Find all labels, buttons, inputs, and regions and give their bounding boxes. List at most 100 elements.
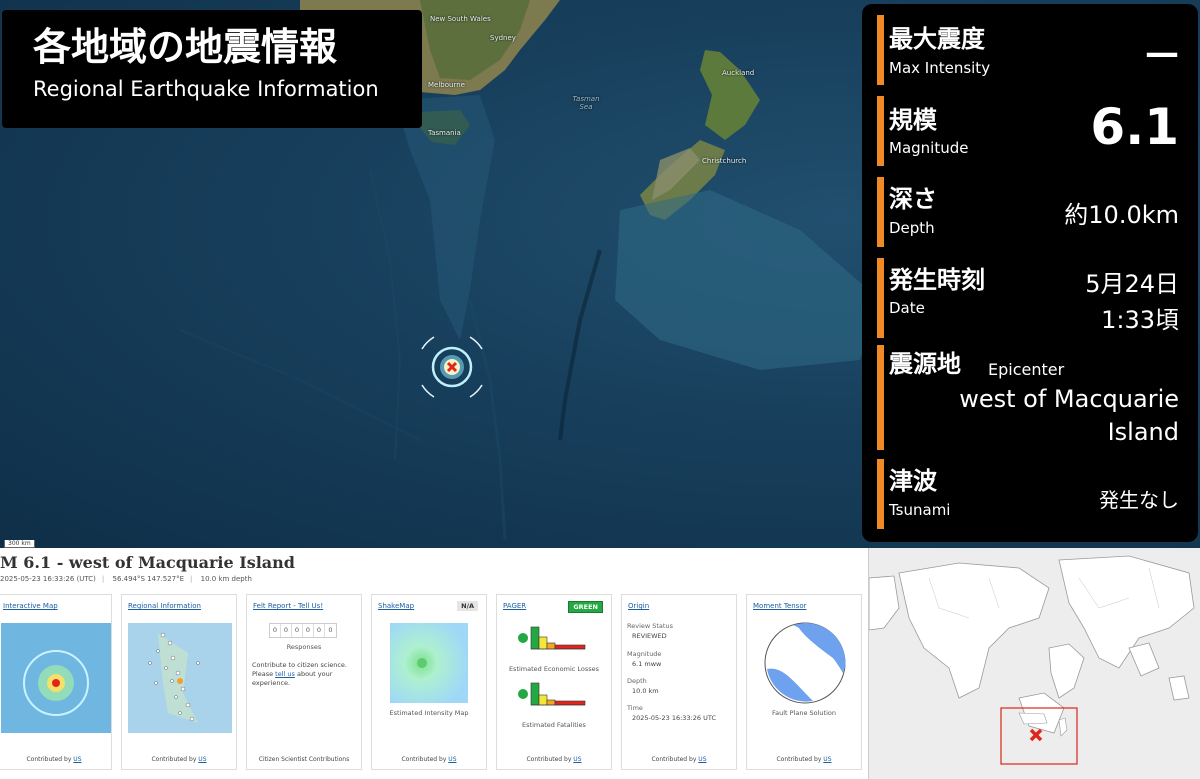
value-intensity: — xyxy=(1145,33,1179,73)
value-magnitude: 6.1 xyxy=(1090,98,1179,156)
label-epicenter-ja: 震源地 xyxy=(889,350,961,378)
info-row-epicenter: 震源地 Epicenter west of Macquarie Island xyxy=(877,345,1187,450)
felt-counter: 0 0 0 0 0 0 xyxy=(269,623,337,638)
value-epicenter-line1: west of Macquarie xyxy=(959,385,1179,413)
card-regional-info[interactable]: Regional Information Contributed by US xyxy=(121,594,237,770)
event-coords: 56.494°S 147.527°E xyxy=(112,575,185,583)
card-origin[interactable]: Origin Review Status REVIEWED Magnitude … xyxy=(621,594,737,770)
row-accent-bar xyxy=(877,345,884,450)
moment-caption: Fault Plane Solution xyxy=(771,709,837,717)
label-depth-en: Depth xyxy=(889,219,935,237)
label-date-en: Date xyxy=(889,299,925,317)
value-time: 1:33頃 xyxy=(1101,306,1179,334)
felt-text-2: Please tell us about your xyxy=(252,670,333,678)
label-depth-ja: 深さ xyxy=(889,185,937,213)
label-epicenter-en: Epicenter xyxy=(988,360,1065,379)
counter-digit: 0 xyxy=(270,624,281,637)
map-label-melbourne: Melbourne xyxy=(428,81,465,89)
card-foot-origin: Contributed by US xyxy=(651,756,707,763)
row-accent-bar xyxy=(877,15,884,85)
card-foot-felt: Citizen Scientist Contributions xyxy=(258,756,350,763)
origin-time-value: 2025-05-23 16:33:26 UTC xyxy=(632,714,716,722)
usgs-event-page: M 6.1 - west of Macquarie Island 2025-05… xyxy=(0,548,868,779)
info-row-tsunami: 津波 Tsunami 発生なし xyxy=(877,459,1187,529)
card-foot-regional: Contributed by US xyxy=(151,756,207,763)
pager-caption-fatalities: Estimated Fatalities xyxy=(522,721,586,729)
contributor-link[interactable]: US xyxy=(573,756,581,763)
card-pager[interactable]: PAGER GREEN Estimated Economic Losses Es… xyxy=(496,594,612,770)
epicenter-marker-icon[interactable] xyxy=(412,327,492,407)
beachball-diagram xyxy=(764,622,846,704)
event-depth: 10.0 km depth xyxy=(200,575,252,583)
pager-caption-economic: Estimated Economic Losses xyxy=(508,665,600,673)
red-x-icon xyxy=(1029,728,1043,742)
contributor-link[interactable]: US xyxy=(198,756,206,763)
pager-economic-chart xyxy=(518,626,586,650)
card-title-interactive-map[interactable]: Interactive Map xyxy=(3,602,58,610)
shakemap-caption: Estimated Intensity Map xyxy=(389,709,469,717)
value-epicenter-line2: Island xyxy=(1107,418,1179,446)
info-panel: 最大震度 Max Intensity — 規模 Magnitude 6.1 深さ… xyxy=(862,4,1198,542)
map-label-tasman-sea: Tasman Sea xyxy=(572,95,600,111)
info-row-depth: 深さ Depth 約10.0km xyxy=(877,177,1187,247)
contributor-link[interactable]: US xyxy=(448,756,456,763)
card-foot-shakemap: Contributed by US xyxy=(401,756,457,763)
origin-review-value: REVIEWED xyxy=(632,632,667,640)
origin-depth-value: 10.0 km xyxy=(632,687,659,695)
title-box: 各地域の地震情報 Regional Earthquake Information xyxy=(2,10,422,128)
value-date: 5月24日 xyxy=(1085,270,1179,298)
row-accent-bar xyxy=(877,258,884,338)
tell-us-link[interactable]: tell us xyxy=(275,670,295,678)
counter-digit: 0 xyxy=(292,624,303,637)
contributor-link[interactable]: US xyxy=(823,756,831,763)
contributor-link[interactable]: US xyxy=(73,756,81,763)
label-tsunami-en: Tsunami xyxy=(889,501,951,519)
card-foot-moment: Contributed by US xyxy=(776,756,832,763)
card-title-regional[interactable]: Regional Information xyxy=(128,602,201,610)
card-shakemap[interactable]: ShakeMap N/A Estimated Intensity Map Con… xyxy=(371,594,487,770)
info-row-magnitude: 規模 Magnitude 6.1 xyxy=(877,96,1187,166)
label-date-ja: 発生時刻 xyxy=(889,266,985,294)
pager-alert-badge: GREEN xyxy=(568,601,603,613)
shakemap-status-badge: N/A xyxy=(457,601,478,611)
card-title-origin[interactable]: Origin xyxy=(628,602,649,610)
page-subtitle: Regional Earthquake Information xyxy=(33,77,379,101)
card-foot-pager: Contributed by US xyxy=(526,756,582,763)
label-magnitude-en: Magnitude xyxy=(889,139,969,157)
origin-mag-value: 6.1 mww xyxy=(632,660,662,668)
page-title: 各地域の地震情報 xyxy=(33,25,338,69)
label-intensity-en: Max Intensity xyxy=(889,59,991,77)
world-locator-map[interactable] xyxy=(868,548,1200,779)
felt-text-1: Contribute to citizen science. xyxy=(252,661,347,669)
interactive-map-thumbnail xyxy=(1,623,111,733)
counter-digit: 0 xyxy=(328,626,333,634)
info-row-intensity: 最大震度 Max Intensity — xyxy=(877,15,1187,85)
label-tsunami-ja: 津波 xyxy=(889,467,937,495)
origin-depth-label: Depth xyxy=(627,677,647,685)
regional-map-thumbnail xyxy=(128,623,232,733)
origin-time-label: Time xyxy=(627,704,643,712)
card-title-felt[interactable]: Felt Report - Tell Us! xyxy=(253,602,323,610)
card-interactive-map[interactable]: Interactive Map Contributed by US xyxy=(0,594,112,770)
origin-review-label: Review Status xyxy=(627,622,673,630)
shakemap-thumbnail xyxy=(390,623,468,703)
contributor-link[interactable]: US xyxy=(698,756,706,763)
card-title-pager[interactable]: PAGER xyxy=(503,602,526,610)
origin-mag-label: Magnitude xyxy=(627,650,662,658)
map-scale: 300 km xyxy=(4,540,35,548)
event-time: 2025-05-23 16:33:26 (UTC) xyxy=(0,575,96,583)
felt-text-3: experience. xyxy=(252,679,291,687)
counter-digit: 0 xyxy=(281,624,292,637)
map-label-sydney: Sydney xyxy=(490,34,516,42)
counter-digit: 0 xyxy=(303,624,314,637)
value-tsunami: 発生なし xyxy=(1099,488,1179,512)
felt-responses-label: Responses xyxy=(286,643,322,651)
card-title-shakemap[interactable]: ShakeMap xyxy=(378,602,414,610)
map-label-nsw: New South Wales xyxy=(430,15,491,23)
row-accent-bar xyxy=(877,96,884,166)
card-felt-report[interactable]: Felt Report - Tell Us! 0 0 0 0 0 0 Respo… xyxy=(246,594,362,770)
pager-fatalities-chart xyxy=(518,682,586,706)
card-title-moment[interactable]: Moment Tensor xyxy=(753,602,807,610)
label-intensity-ja: 最大震度 xyxy=(889,25,985,53)
card-moment-tensor[interactable]: Moment Tensor Fault Plane Solution Contr… xyxy=(746,594,862,770)
